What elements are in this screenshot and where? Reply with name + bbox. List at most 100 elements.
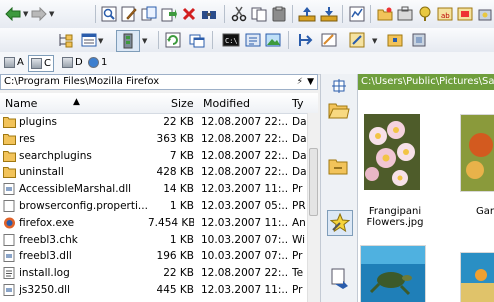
drive-c[interactable]: C	[28, 55, 54, 72]
file-size: 445 KB	[156, 284, 194, 296]
folder-new-icon[interactable]	[376, 5, 394, 23]
file-size: 7.454 KB	[148, 216, 194, 229]
file-row[interactable]: res 363 KB 12.08.2007 22:... Da	[0, 131, 308, 148]
file-modified: 12.08.2007 22:...	[201, 132, 289, 145]
copy-clipboard-icon[interactable]	[250, 5, 268, 23]
copy-icon[interactable]	[140, 5, 158, 23]
file-type: Wi	[292, 233, 306, 246]
archive-icon[interactable]	[386, 31, 404, 49]
paste-icon[interactable]	[270, 5, 288, 23]
file-row[interactable]: searchplugins 7 KB 12.08.2007 22:... Da	[0, 148, 308, 165]
dll-file-icon	[3, 284, 16, 296]
path-history-icon[interactable]: ⚡	[297, 75, 303, 89]
settings-icon[interactable]	[410, 31, 428, 49]
view-icon[interactable]	[100, 5, 118, 23]
thumbnail-caption: Frangipani Flowers.jpg	[360, 206, 430, 228]
sync-folders-icon[interactable]	[327, 154, 351, 178]
file-modified: 12.03.2007 05:...	[201, 200, 289, 212]
file-size: 14 KB	[163, 183, 194, 196]
file-modified: 12.03.2007 11:...	[201, 284, 289, 296]
caption-line1: Gar	[476, 206, 494, 217]
file-modified: 12.03.2007 11:...	[201, 183, 289, 196]
file-row[interactable]: freebl3.chk 1 KB 10.03.2007 07:... Wi	[0, 232, 308, 249]
file-type: Da	[292, 149, 307, 162]
favorites-icon[interactable]	[327, 210, 353, 236]
column-name[interactable]: Name	[5, 97, 37, 110]
cut-icon[interactable]	[230, 5, 248, 23]
file-row[interactable]: js3250.dll 445 KB 12.03.2007 11:... Pr	[0, 282, 308, 299]
file-row[interactable]: freebl3.dll 196 KB 10.03.2007 07:... Pr	[0, 248, 308, 265]
edit-toolbar-dropdown-icon[interactable]: ▼	[372, 37, 377, 45]
center-top-icon[interactable]	[327, 74, 351, 98]
tools-icon[interactable]	[396, 5, 414, 23]
column-size[interactable]: Size	[171, 97, 194, 110]
download-icon[interactable]	[320, 5, 338, 23]
folder-icon	[3, 133, 16, 145]
left-path-bar[interactable]: C:\Program Files\Mozilla Firefox ⚡ ▼	[0, 74, 318, 90]
new-window-icon[interactable]	[188, 31, 206, 49]
drive-network[interactable]: 1	[86, 55, 109, 70]
copy-to-icon[interactable]	[327, 266, 351, 290]
column-type[interactable]: Ty	[292, 97, 304, 110]
refresh-icon[interactable]	[164, 31, 182, 49]
image-icon[interactable]	[264, 31, 282, 49]
forward-icon[interactable]	[30, 5, 48, 23]
terminal-icon[interactable]	[244, 31, 262, 49]
edit-icon[interactable]	[120, 5, 138, 23]
filter-icon[interactable]	[116, 30, 140, 52]
calendar-icon[interactable]: ab	[436, 5, 454, 23]
drive-d[interactable]: D	[60, 55, 85, 70]
forward-dropdown-icon[interactable]: ▼	[49, 10, 54, 18]
separator	[370, 5, 371, 23]
file-modified: 12.08.2007 22:...	[201, 149, 289, 162]
thumbnail-frangipani[interactable]	[360, 108, 420, 204]
move-icon[interactable]	[160, 5, 178, 23]
open-folder-icon[interactable]	[327, 98, 351, 122]
upload-icon[interactable]	[298, 5, 316, 23]
thumbnail-reef[interactable]	[460, 252, 494, 302]
folder-icon	[3, 150, 16, 162]
file-row[interactable]: firefox.exe 7.454 KB 12.03.2007 11:... An	[0, 215, 308, 232]
file-row[interactable]: plugins 22 KB 12.08.2007 22:... Da	[0, 114, 308, 131]
separator	[342, 5, 343, 23]
drive-a[interactable]: A	[2, 55, 26, 70]
file-icon	[3, 233, 16, 246]
split-icon[interactable]	[296, 31, 314, 49]
tree-icon[interactable]	[56, 31, 74, 49]
tag-icon[interactable]	[416, 5, 434, 23]
file-row[interactable]: AccessibleMarshal.dll 14 KB 12.03.2007 11:…	[0, 181, 308, 198]
back-dropdown-icon[interactable]: ▼	[23, 10, 28, 18]
svg-text:C:\: C:\	[225, 37, 238, 45]
filter-dropdown-icon[interactable]: ▼	[142, 37, 147, 45]
file-type: Da	[292, 166, 307, 179]
column-modified[interactable]: Modified	[203, 97, 250, 110]
vertical-scrollbar[interactable]	[307, 113, 319, 302]
wrench-icon[interactable]	[476, 5, 494, 23]
edit-toolbar-icon[interactable]	[348, 31, 366, 49]
caption-line2: Flowers.jpg	[366, 217, 424, 228]
folder-icon	[3, 116, 16, 128]
file-name: uninstall	[19, 166, 64, 179]
thumbnail-turtle[interactable]	[360, 245, 426, 302]
view-mode-icon[interactable]	[80, 31, 98, 49]
view-mode-dropdown-icon[interactable]: ▼	[98, 37, 103, 45]
compare-icon[interactable]	[348, 5, 366, 23]
scrollbar-thumb[interactable]	[309, 148, 318, 216]
file-row[interactable]: install.log 22 KB 12.08.2007 22:... Te	[0, 265, 308, 282]
folder-icon	[3, 166, 16, 179]
left-file-list: Name ▲ Size Modified Ty plugins 22 KB 12.0…	[0, 93, 318, 302]
thumbnail-garden[interactable]	[460, 114, 494, 192]
file-row[interactable]: browserconfig.properti... 1 KB 12.03.2007 …	[0, 198, 308, 215]
file-type: Da	[292, 132, 307, 145]
file-size: 22 KB	[163, 116, 194, 128]
delete-icon[interactable]	[180, 5, 198, 23]
find-icon[interactable]	[200, 5, 218, 23]
back-icon[interactable]	[4, 5, 22, 23]
right-path-bar[interactable]: C:\Users\Public\Pictures\Sam	[358, 74, 494, 90]
multi-rename-icon[interactable]	[320, 31, 338, 49]
file-modified: 12.03.2007 11:...	[201, 216, 289, 229]
path-dropdown-icon[interactable]: ▼	[307, 75, 314, 89]
sync-icon[interactable]	[456, 5, 474, 23]
file-row[interactable]: uninstall 428 KB 12.08.2007 22:... Da	[0, 164, 308, 181]
cmd-icon[interactable]: C:\	[222, 31, 240, 49]
